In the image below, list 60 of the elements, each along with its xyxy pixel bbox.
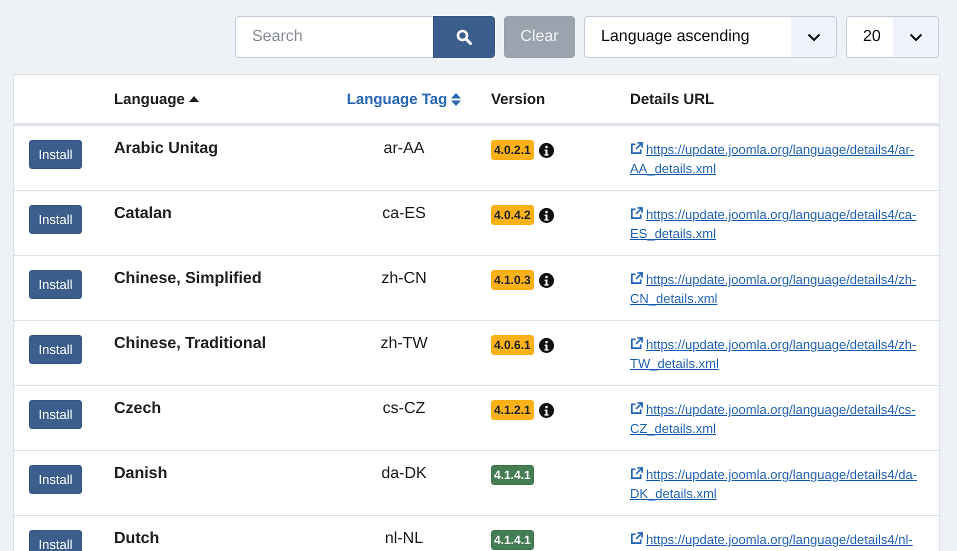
external-link-icon bbox=[630, 272, 643, 285]
language-name: Chinese, Simplified bbox=[114, 270, 262, 288]
version-badge: 4.1.2.1 bbox=[491, 400, 534, 420]
sort-icon bbox=[451, 92, 462, 106]
version-badge: 4.1.0.3 bbox=[491, 270, 534, 290]
install-button[interactable]: Install bbox=[29, 205, 82, 234]
sort-select[interactable]: Language ascending bbox=[584, 16, 837, 58]
install-button[interactable]: Install bbox=[29, 140, 82, 169]
info-icon[interactable] bbox=[538, 272, 554, 288]
language-name: Dutch bbox=[114, 530, 160, 548]
column-header: Version bbox=[491, 90, 546, 108]
details-link[interactable]: https://update.joomla.org/language/details4/zh-TW_details.xml bbox=[630, 335, 927, 373]
limit-select[interactable]: 20 bbox=[846, 16, 939, 58]
install-button[interactable]: Install bbox=[29, 530, 82, 551]
info-icon[interactable] bbox=[538, 338, 554, 352]
install-button[interactable]: Install bbox=[29, 400, 82, 429]
version-badge: 4.1.4.1 bbox=[491, 465, 534, 485]
language-name: Arabic Unitag bbox=[114, 140, 218, 158]
details-link[interactable]: https://update.joomla.org/language/details4/zh-CN_details.xml bbox=[630, 270, 927, 308]
search-button[interactable] bbox=[433, 16, 495, 58]
language-tag: ca-ES bbox=[382, 205, 426, 223]
version-badge: 4.0.6.1 bbox=[491, 335, 534, 355]
version-badge: 4.0.4.2 bbox=[491, 205, 534, 225]
column-header: Details URL bbox=[630, 90, 714, 108]
language-tag: da-DK bbox=[381, 465, 427, 483]
version-badge: 4.0.2.1 bbox=[491, 140, 534, 160]
column-header[interactable]: Language bbox=[114, 90, 199, 108]
info-icon[interactable] bbox=[538, 402, 554, 418]
install-button[interactable]: Install bbox=[29, 465, 82, 494]
sort-ascending-icon bbox=[188, 96, 199, 102]
version-badge: 4.1.4.1 bbox=[491, 530, 534, 550]
language-tag: zh-TW bbox=[380, 335, 428, 353]
external-link-icon bbox=[630, 402, 643, 415]
search-icon bbox=[456, 29, 472, 45]
external-link-icon bbox=[630, 337, 643, 350]
language-name: Czech bbox=[114, 400, 162, 418]
details-link[interactable]: https://update.joomla.org/language/details4/cs-CZ_details.xml bbox=[630, 400, 927, 438]
details-link[interactable]: https://update.joomla.org/language/details4/da-DK_details.xml bbox=[630, 465, 927, 503]
language-name: Chinese, Traditional bbox=[114, 335, 266, 353]
chevron-down-icon bbox=[806, 32, 820, 42]
language-name: Danish bbox=[114, 465, 168, 483]
language-tag: nl-NL bbox=[384, 530, 424, 548]
language-tag: ar-AA bbox=[384, 140, 424, 158]
install-button[interactable]: Install bbox=[29, 335, 82, 364]
details-link[interactable]: https://update.joomla.org/language/details4/ca-ES_details.xml bbox=[630, 205, 927, 243]
external-link-icon bbox=[630, 467, 643, 480]
column-header[interactable]: Language Tag bbox=[346, 90, 462, 108]
details-link[interactable]: https://update.joomla.org/language/details4/nl- bbox=[630, 530, 913, 549]
info-icon[interactable] bbox=[538, 142, 554, 158]
search-field[interactable]: Search bbox=[235, 16, 433, 58]
language-tag: cs-CZ bbox=[382, 400, 426, 418]
install-button[interactable]: Install bbox=[29, 270, 82, 299]
external-link-icon bbox=[630, 207, 643, 220]
info-icon[interactable] bbox=[538, 208, 554, 222]
chevron-down-icon bbox=[908, 32, 922, 42]
language-tag: zh-CN bbox=[381, 270, 427, 288]
external-link-icon bbox=[630, 532, 643, 545]
details-link[interactable]: https://update.joomla.org/language/details4/ar-AA_details.xml bbox=[630, 140, 927, 178]
external-link-icon bbox=[630, 142, 643, 155]
language-name: Catalan bbox=[114, 205, 172, 223]
